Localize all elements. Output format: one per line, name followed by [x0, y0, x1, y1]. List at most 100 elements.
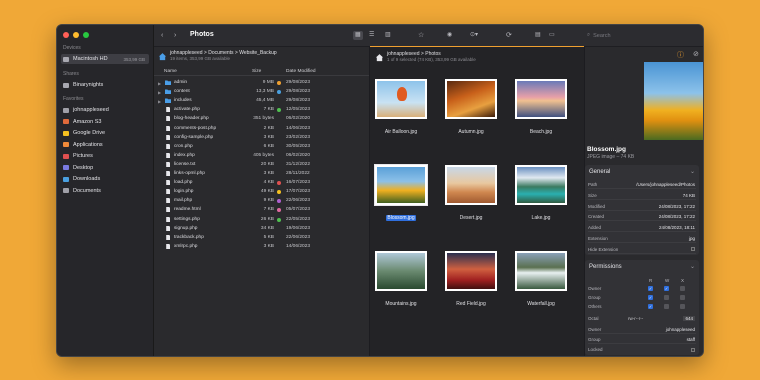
file-kind: JPEG image – 74 KB — [587, 154, 635, 160]
permission-checkbox-x[interactable] — [680, 286, 685, 291]
column-view-icon[interactable]: ▥ — [385, 31, 391, 40]
sync-icon[interactable]: ⟳ — [506, 31, 512, 40]
table-row[interactable]: blog-header.php 351 bytes 06/02/2020 — [154, 114, 369, 123]
sidebar-item-applications[interactable]: Applications — [61, 140, 149, 150]
permission-row: Group ✓ — [588, 293, 696, 302]
hide-extension-checkbox[interactable] — [691, 247, 695, 252]
table-row[interactable]: ▶ content 13,3 MB 29/08/2023 — [154, 87, 369, 96]
sidebar-item-label: Google Drive — [73, 130, 106, 136]
owner-select[interactable]: johnappleseed — [666, 327, 695, 332]
thumbnail[interactable] — [445, 251, 497, 291]
permission-checkbox-w[interactable]: ✓ — [664, 286, 669, 291]
permission-checkbox-w[interactable] — [664, 304, 669, 309]
sidebar-item-label: Documents — [73, 187, 101, 194]
table-row[interactable]: xmlrpc.php 3 KB 14/06/2023 — [154, 242, 369, 251]
table-row[interactable]: index.php 405 bytes 06/02/2020 — [154, 151, 369, 160]
perm-col-exec: X — [681, 278, 685, 283]
thumbnail[interactable] — [374, 164, 428, 206]
column-size[interactable]: Size — [252, 69, 261, 74]
chevron-down-icon[interactable]: ⌄ — [690, 168, 695, 175]
app-window: Devices Macintosh HD 353,99 GB Shares Bi… — [56, 24, 704, 357]
permissions-section-title[interactable]: Permissions — [589, 264, 622, 270]
thumbnail-name: Autumn.jpg — [458, 129, 484, 135]
sidebar-item-downloads[interactable]: Downloads — [61, 174, 149, 184]
column-date[interactable]: Date Modified — [286, 69, 316, 74]
file-size: 26 KB — [260, 216, 274, 222]
date-modified: 28/11/2022 — [286, 171, 310, 176]
permission-checkbox-w[interactable] — [664, 295, 669, 300]
sidebar-item-amazon-s3[interactable]: Amazon S3 — [61, 117, 149, 127]
more-actions-icon[interactable]: ⊙▾ — [470, 31, 478, 40]
permission-checkbox-r[interactable]: ✓ — [648, 304, 653, 309]
octal-value[interactable]: 644 — [683, 316, 695, 321]
back-icon[interactable]: ‹ — [161, 31, 163, 40]
table-row[interactable]: readme.html 7 KB 05/07/2023 — [154, 205, 369, 214]
sidebar-item-pictures[interactable]: Pictures — [61, 151, 149, 161]
thumbnail[interactable] — [375, 251, 427, 291]
table-row[interactable]: links-opml.php 3 KB 28/11/2022 — [154, 169, 369, 178]
info-key: Size — [588, 192, 597, 198]
permission-row: Owner ✓ ✓ — [588, 284, 696, 293]
table-row[interactable]: cron.php 6 KB 30/05/2023 — [154, 142, 369, 151]
permissions-section: Permissions ⌄ R W X Owner ✓ ✓ Group ✓ Others ✓… — [585, 260, 699, 355]
sidebar-item-johnappleseed[interactable]: johnappleseed — [61, 105, 149, 115]
table-row[interactable]: config-sample.php 3 KB 23/02/2023 — [154, 133, 369, 142]
info-value: /Users/johnappleseed/Photos — [636, 182, 695, 187]
table-row[interactable]: load.php 4 KB 16/07/2023 — [154, 178, 369, 187]
date-modified: 31/12/2022 — [286, 161, 311, 167]
close-window-button[interactable] — [63, 32, 69, 38]
thumbnail[interactable] — [375, 79, 427, 119]
grid-view-icon[interactable]: ▦ — [353, 31, 363, 40]
thumbnail[interactable] — [445, 165, 497, 205]
table-row[interactable]: mail.php 9 KB 22/06/2023 — [154, 196, 369, 205]
chevron-down-icon[interactable]: ⌄ — [690, 263, 695, 270]
table-row[interactable]: trackback.php 5 KB 22/06/2023 — [154, 233, 369, 242]
sidebar-item-binarynights[interactable]: Binarynights — [61, 80, 149, 90]
downloads-icon — [63, 176, 69, 182]
permission-checkbox-r[interactable]: ✓ — [648, 286, 653, 291]
sidebar-item-documents[interactable]: Documents — [61, 186, 149, 196]
table-row[interactable]: settings.php 26 KB 22/05/2023 — [154, 215, 369, 224]
locked-checkbox[interactable] — [691, 347, 695, 352]
file-size: 3 KB — [263, 171, 274, 176]
sidebar-item-macintosh-hd[interactable]: Macintosh HD 353,99 GB — [61, 54, 149, 64]
sidebar-item-google-drive[interactable]: Google Drive — [61, 128, 149, 138]
table-row[interactable]: ▶ includes 45,4 MB 29/08/2023 — [154, 96, 369, 105]
table-row[interactable]: signup.php 34 KB 19/06/2023 — [154, 224, 369, 233]
date-modified: 06/02/2020 — [286, 116, 311, 122]
apps-icon — [63, 142, 69, 147]
group-select[interactable]: staff — [687, 337, 695, 342]
info-key: Path — [588, 182, 598, 187]
info-value: 74 KB — [682, 192, 695, 198]
file-size: 351 bytes — [253, 116, 274, 122]
documents-icon — [63, 188, 69, 193]
permission-checkbox-x[interactable] — [680, 304, 685, 309]
file-name: Blossom.jpg — [587, 146, 627, 153]
general-section: General ⌄ Path/Users/johnappleseed/Photo… — [585, 165, 699, 255]
permission-checkbox-x[interactable] — [680, 295, 685, 300]
preview-eye-icon[interactable]: ◉ — [447, 31, 452, 40]
forward-icon[interactable]: › — [174, 31, 176, 40]
table-row[interactable]: ▶ admin 9 MB 29/08/2023 — [154, 78, 369, 87]
thumbnail-label: Desert.jpg — [436, 215, 506, 221]
minimize-window-button[interactable] — [73, 32, 79, 38]
table-row[interactable]: license.txt 20 KB 31/12/2022 — [154, 160, 369, 169]
permission-checkbox-r[interactable]: ✓ — [648, 295, 653, 300]
table-row[interactable]: login.php 49 KB 17/07/2023 — [154, 187, 369, 196]
sidebar-item-desktop[interactable]: Desktop — [61, 163, 149, 173]
thumbnail-image — [447, 81, 495, 117]
favorite-star-icon[interactable]: ☆ — [418, 31, 424, 40]
thumbnail[interactable] — [445, 79, 497, 119]
color-tag — [277, 81, 281, 85]
table-row[interactable]: comments-post.php 2 KB 14/06/2023 — [154, 124, 369, 133]
general-section-title[interactable]: General — [589, 169, 610, 175]
zoom-window-button[interactable] — [83, 32, 89, 38]
date-modified: 30/05/2023 — [286, 143, 311, 149]
list-view-icon[interactable]: ☰ — [369, 31, 374, 40]
home-icon — [375, 53, 384, 61]
info-row: Added 24/08/2023, 18:11 — [588, 223, 696, 233]
column-name[interactable]: Name — [164, 69, 177, 74]
file-size: 6 KB — [263, 143, 274, 149]
column-header: Name Size Date Modified — [154, 68, 369, 76]
table-row[interactable]: activate.php 7 KB 12/05/2023 — [154, 105, 369, 114]
